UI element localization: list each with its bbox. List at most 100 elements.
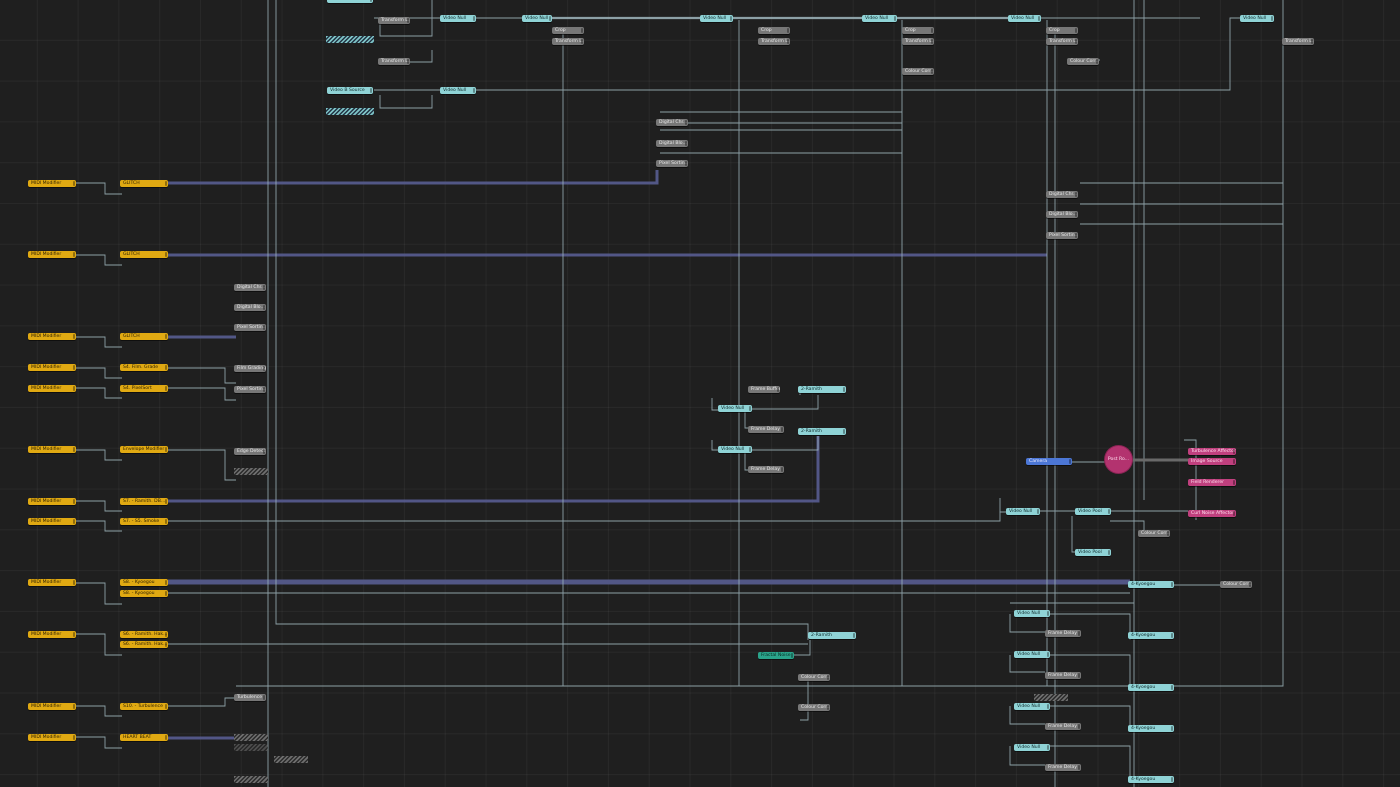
colour-correction-node[interactable]: Colour Corr... <box>798 704 830 711</box>
disabled-node[interactable] <box>326 108 374 115</box>
frame-delay-node[interactable]: Frame Delay <box>748 426 784 433</box>
digital-chromatic-node[interactable]: Digital Chr... <box>234 284 266 291</box>
video-null-node[interactable]: Video Null <box>522 15 552 22</box>
crop-node[interactable]: Crop <box>1046 27 1078 34</box>
kyoegou-layer-node[interactable]: 4-Kyoegou <box>1128 776 1174 783</box>
frame-delay-node[interactable]: Frame Delay <box>748 466 784 473</box>
colour-correction-node[interactable]: Colour Corr... <box>798 674 830 681</box>
image-source-node[interactable]: Image Source <box>1188 458 1236 465</box>
pixel-sorting-node[interactable]: Pixel Sortin... <box>234 386 266 393</box>
midi-modifier-node[interactable]: MIDI Modifier <box>28 734 76 741</box>
smoke-node[interactable]: S7. - S5. Smoke <box>120 518 168 525</box>
field-renderer-node[interactable]: Field Renderer <box>1188 479 1236 486</box>
midi-modifier-node[interactable]: MIDI Modifier <box>28 251 76 258</box>
fractal-noise-node[interactable]: Fractal Noise <box>758 652 794 659</box>
midi-modifier-node[interactable]: MIDI Modifier <box>28 180 76 187</box>
transform-node[interactable]: Transform L... <box>378 58 410 65</box>
crop-node[interactable]: Crop <box>758 27 790 34</box>
pixel-sorting-node[interactable]: Pixel Sortin... <box>1046 232 1078 239</box>
video-null-node[interactable]: Video Null <box>1240 15 1274 22</box>
video-null-node[interactable]: Video Null <box>718 446 752 453</box>
midi-modifier-node[interactable]: MIDI Modifier <box>28 703 76 710</box>
disabled-node[interactable] <box>326 36 374 43</box>
video-null-node[interactable]: Video Null <box>1014 610 1050 617</box>
video-pool-node[interactable]: Video Pool <box>1075 549 1111 556</box>
video-null-node[interactable]: Video Null <box>1006 508 1040 515</box>
video-null-node[interactable]: Video Null <box>1014 651 1050 658</box>
colour-correction-node[interactable]: Colour Corr... <box>1138 530 1170 537</box>
glitch-node[interactable]: GLITCH <box>120 251 168 258</box>
ramith-layer-node[interactable]: 2-Ramith <box>798 386 846 393</box>
ramith-hak-node[interactable]: S6. - Ramith. Hak... <box>120 631 168 638</box>
ramith-db-node[interactable]: S7. - Ramith. DB... <box>120 498 168 505</box>
transform-node[interactable]: Transform L... <box>1282 38 1314 45</box>
kyoegou-layer-node[interactable]: 4-Kyoegou <box>1128 684 1174 691</box>
glitch-node[interactable]: GLITCH <box>120 180 168 187</box>
frame-buffer-node[interactable]: Frame Buffer <box>748 386 780 393</box>
video-null-node[interactable]: Video Null <box>862 15 897 22</box>
video-node-partial[interactable] <box>327 0 373 3</box>
crop-node[interactable]: Crop <box>552 27 584 34</box>
colour-correction-node[interactable]: Colour Corr... <box>1067 58 1099 65</box>
turbulence-node[interactable]: Turbulence <box>234 694 266 701</box>
node-graph-canvas[interactable]: MIDI Modifier MIDI Modifier MIDI Modifie… <box>0 0 1400 787</box>
video-null-node[interactable]: Video Null <box>700 15 733 22</box>
kyoegou-layer-node[interactable]: 4-Kyoegou <box>1128 581 1174 588</box>
midi-modifier-node[interactable]: MIDI Modifier <box>28 498 76 505</box>
video-null-node[interactable]: Video Null <box>440 15 476 22</box>
turbulence-modifier-node[interactable]: S10. - Turbulence <box>120 703 168 710</box>
video-null-node[interactable]: Video Null <box>1008 15 1041 22</box>
video-null-node[interactable]: Video Null <box>1014 744 1050 751</box>
video-pool-node[interactable]: Video Pool <box>1075 508 1111 515</box>
curl-noise-affector-node[interactable]: Curl Noise Affector <box>1188 510 1236 517</box>
ramith-layer-node[interactable]: 2-Ramith <box>798 428 846 435</box>
glitch-node[interactable]: GLITCH <box>120 333 168 340</box>
video-null-node[interactable]: Video Null <box>718 405 752 412</box>
digital-block-node[interactable]: Digital Blo... <box>234 304 266 311</box>
midi-modifier-node[interactable]: MIDI Modifier <box>28 385 76 392</box>
digital-chromatic-node[interactable]: Digital Chr... <box>1046 191 1078 198</box>
envelope-modifier-node[interactable]: Envelope Modifier <box>120 446 168 453</box>
colour-correction-node[interactable]: Colour Corr... <box>1220 581 1252 588</box>
midi-modifier-node[interactable]: MIDI Modifier <box>28 579 76 586</box>
frame-delay-node[interactable]: Frame Delay <box>1045 723 1081 730</box>
heart-beat-node[interactable]: HEART BEAT <box>120 734 168 741</box>
pixel-sorting-node[interactable]: Pixel Sortin... <box>656 160 688 167</box>
video-null-node[interactable]: Video Null <box>440 87 476 94</box>
midi-modifier-node[interactable]: MIDI Modifier <box>28 364 76 371</box>
kyoegou-node[interactable]: S8. - Kyoegou <box>120 579 168 586</box>
digital-block-node[interactable]: Digital Blo... <box>1046 211 1078 218</box>
disabled-node[interactable] <box>234 734 268 741</box>
post-fx-node[interactable]: Post Ro... <box>1105 446 1132 473</box>
disabled-node[interactable] <box>234 744 268 751</box>
transform-node[interactable]: Transform L... <box>552 38 584 45</box>
kyoegou-layer-node[interactable]: 4-Kyoegou <box>1128 725 1174 732</box>
frame-delay-node[interactable]: Frame Delay <box>1045 672 1081 679</box>
transform-node[interactable]: Transform L... <box>902 38 934 45</box>
transform-node[interactable]: Transform L... <box>1046 38 1078 45</box>
turbulence-affector-node[interactable]: Turbulence Affector <box>1188 448 1236 455</box>
ramith-hak-node[interactable]: S6. - Ramith. Hak... <box>120 641 168 648</box>
digital-chromatic-node[interactable]: Digital Chr... <box>656 119 688 126</box>
frame-delay-node[interactable]: Frame Delay <box>1045 630 1081 637</box>
video-null-node[interactable]: Video Null <box>1014 703 1050 710</box>
midi-modifier-node[interactable]: MIDI Modifier <box>28 631 76 638</box>
colour-correction-node[interactable]: Colour Corr... <box>902 68 934 75</box>
kyoegou-node[interactable]: S8. - Kyoegou <box>120 590 168 597</box>
kyoegou-layer-node[interactable]: 4-Kyoegou <box>1128 632 1174 639</box>
midi-modifier-node[interactable]: MIDI Modifier <box>28 446 76 453</box>
crop-node[interactable]: Crop <box>902 27 934 34</box>
pixelsort-node[interactable]: S4. PixelSort <box>120 385 168 392</box>
midi-modifier-node[interactable]: MIDI Modifier <box>28 333 76 340</box>
camera-node[interactable]: Camera <box>1026 458 1072 465</box>
film-grading-node[interactable]: Film Grading <box>234 365 266 372</box>
film-grade-node[interactable]: S4. Film. Grade <box>120 364 168 371</box>
digital-block-node[interactable]: Digital Blo... <box>656 140 688 147</box>
video-source-node[interactable]: Video B Source <box>327 87 373 94</box>
frame-delay-node[interactable]: Frame Delay <box>1045 764 1081 771</box>
edge-detect-node[interactable]: Edge Detect <box>234 448 266 455</box>
midi-modifier-node[interactable]: MIDI Modifier <box>28 518 76 525</box>
transform-node[interactable]: Transform L... <box>378 17 410 24</box>
disabled-node[interactable] <box>234 468 268 475</box>
pixel-sorting-node[interactable]: Pixel Sortin... <box>234 324 266 331</box>
